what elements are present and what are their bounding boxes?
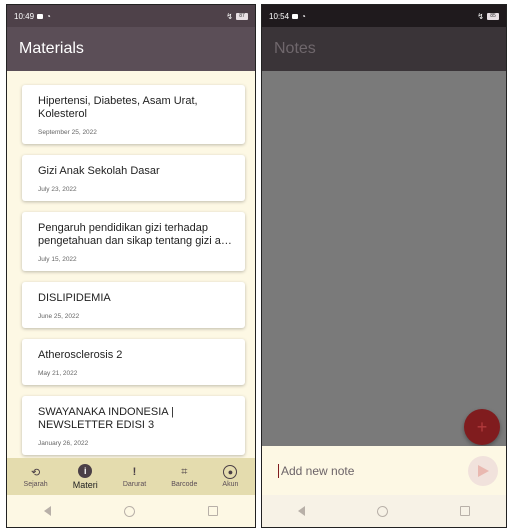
material-date: September 25, 2022 (38, 129, 97, 136)
material-date: July 15, 2022 (38, 256, 77, 263)
plus-icon: + (476, 416, 488, 437)
nav-item-darurat[interactable]: ! Darurat (123, 465, 146, 488)
nav-label: Akun (222, 481, 239, 488)
signal-icon: ◔ (301, 11, 306, 21)
vibrate-icon: ↯ (226, 11, 233, 21)
materials-screen: 10:49 ◔ ↯ 87 Materials Hipertensi, Diabe… (6, 4, 256, 528)
qr-scan-icon: ⌗ (181, 465, 188, 478)
material-card[interactable]: Gizi Anak Sekolah Dasar July 23, 2022 (22, 155, 245, 201)
material-title: Pengaruh pendidikan gizi terhadap penget… (38, 222, 232, 247)
material-title: Atherosclerosis 2 (38, 349, 123, 361)
material-card[interactable]: SWAYANAKA INDONESIA | NEWSLETTER EDISI 3… (22, 396, 245, 455)
app-bar: Materials (7, 27, 255, 71)
material-card[interactable]: Pengaruh pendidikan gizi terhadap penget… (22, 212, 245, 271)
notification-icon (292, 13, 299, 19)
page-title: Notes (274, 40, 316, 57)
material-date: June 25, 2022 (38, 313, 80, 320)
nav-item-sejarah[interactable]: ⟲ Sejarah (23, 465, 48, 489)
history-icon: ⟲ (30, 466, 41, 479)
bottom-navigation: ⟲ Sejarah i Materi ! Darurat ⌗ Barcode ●… (7, 458, 255, 495)
material-title: DISLIPIDEMIA (38, 292, 111, 304)
material-card[interactable]: Atherosclerosis 2 May 21, 2022 (22, 339, 245, 385)
account-icon: ● (223, 465, 238, 479)
page-title: Materials (19, 40, 84, 57)
signal-icon: ◔ (46, 11, 51, 21)
back-icon[interactable] (43, 506, 51, 516)
send-button[interactable] (468, 455, 498, 486)
home-icon[interactable] (123, 505, 135, 517)
nav-label: Sejarah (23, 481, 48, 488)
material-title: Gizi Anak Sekolah Dasar (38, 165, 160, 177)
status-bar: 10:54 ◔ ↯ 85 (262, 5, 506, 27)
material-title: SWAYANAKA INDONESIA | NEWSLETTER EDISI 3 (38, 406, 174, 431)
status-time: 10:49 (14, 11, 35, 21)
system-navigation-bar (262, 495, 506, 527)
status-time: 10:54 (269, 11, 290, 21)
battery-icon: 87 (236, 12, 248, 20)
system-navigation-bar (7, 495, 255, 527)
recents-icon[interactable] (460, 506, 470, 516)
back-icon[interactable] (298, 506, 305, 516)
send-icon (477, 464, 489, 477)
nav-item-materi[interactable]: i Materi (72, 463, 98, 490)
nav-label: Darurat (122, 481, 147, 488)
add-note-button[interactable]: + (464, 409, 500, 445)
materials-list: Hipertensi, Diabetes, Asam Urat, Koleste… (7, 71, 255, 458)
material-card[interactable]: Hipertensi, Diabetes, Asam Urat, Koleste… (22, 85, 245, 144)
notes-screen: 10:54 ◔ ↯ 85 Notes + (261, 4, 507, 528)
recents-icon[interactable] (208, 506, 219, 516)
nav-item-barcode[interactable]: ⌗ Barcode (171, 465, 198, 489)
vibrate-icon: ↯ (477, 11, 484, 21)
material-date: January 26, 2022 (38, 440, 89, 447)
note-input-bar (262, 446, 506, 495)
nav-label: Barcode (171, 481, 198, 488)
status-bar: 10:49 ◔ ↯ 87 (7, 5, 255, 27)
nav-label: Materi (72, 479, 98, 490)
app-bar: Notes (262, 27, 506, 71)
nav-item-akun[interactable]: ● Akun (222, 465, 238, 488)
battery-icon: 85 (487, 12, 499, 20)
notification-icon (37, 13, 44, 19)
material-date: May 21, 2022 (38, 370, 78, 377)
material-title: Hipertensi, Diabetes, Asam Urat, Koleste… (38, 95, 198, 120)
exclamation-icon: ! (132, 466, 137, 478)
home-icon[interactable] (377, 505, 388, 517)
info-icon: i (78, 463, 93, 478)
material-date: July 23, 2022 (38, 186, 77, 193)
new-note-input[interactable] (278, 463, 468, 478)
material-card[interactable]: DISLIPIDEMIA June 25, 2022 (22, 282, 245, 328)
